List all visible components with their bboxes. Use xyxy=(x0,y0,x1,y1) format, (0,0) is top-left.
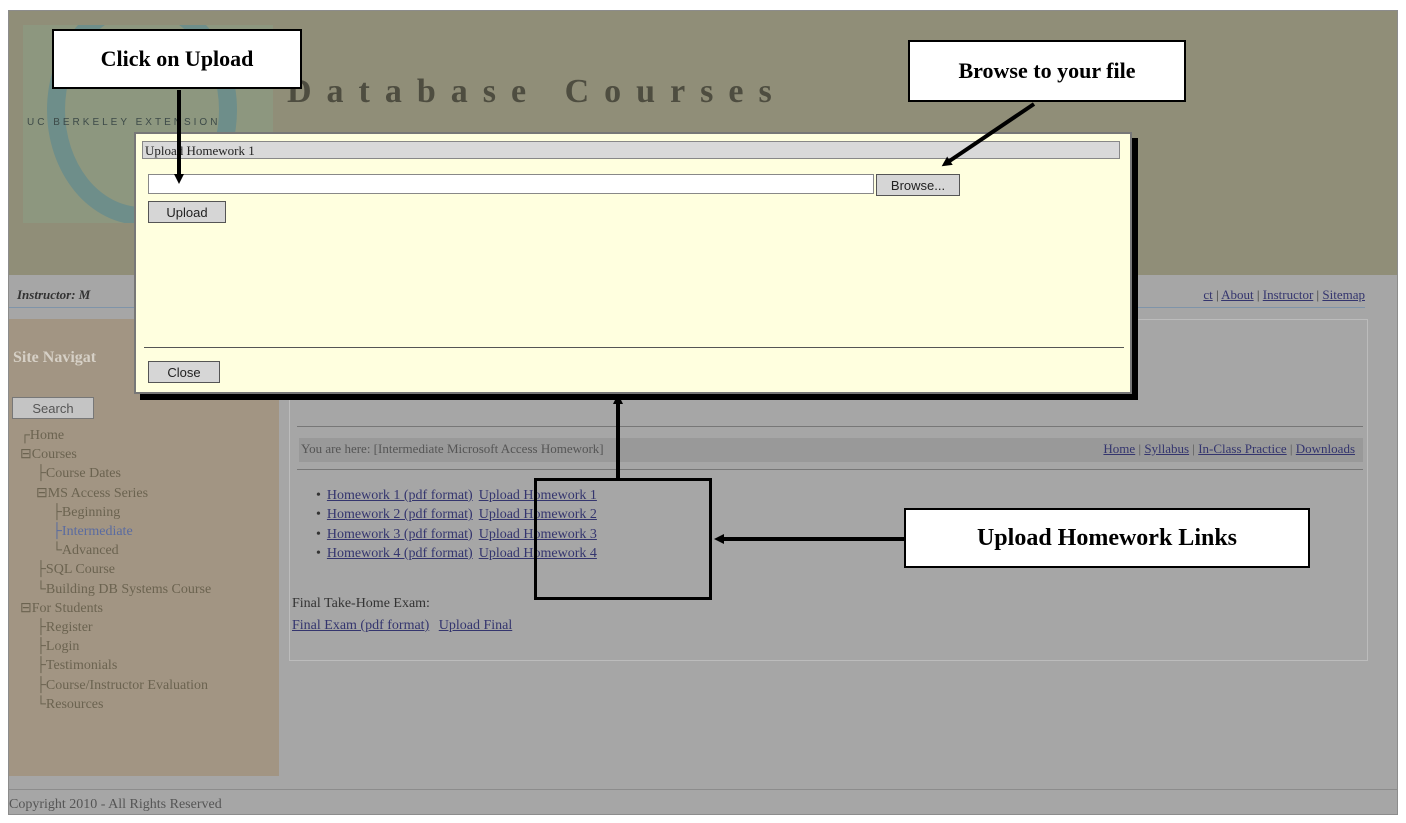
annotation-arrows xyxy=(174,90,1036,544)
browse-arrow xyxy=(941,102,1036,167)
browse-file-callout: Browse to your file xyxy=(908,40,1186,102)
click-upload-callout: Click on Upload xyxy=(52,29,302,89)
upload-links-callout: Upload Homework Links xyxy=(904,508,1310,568)
